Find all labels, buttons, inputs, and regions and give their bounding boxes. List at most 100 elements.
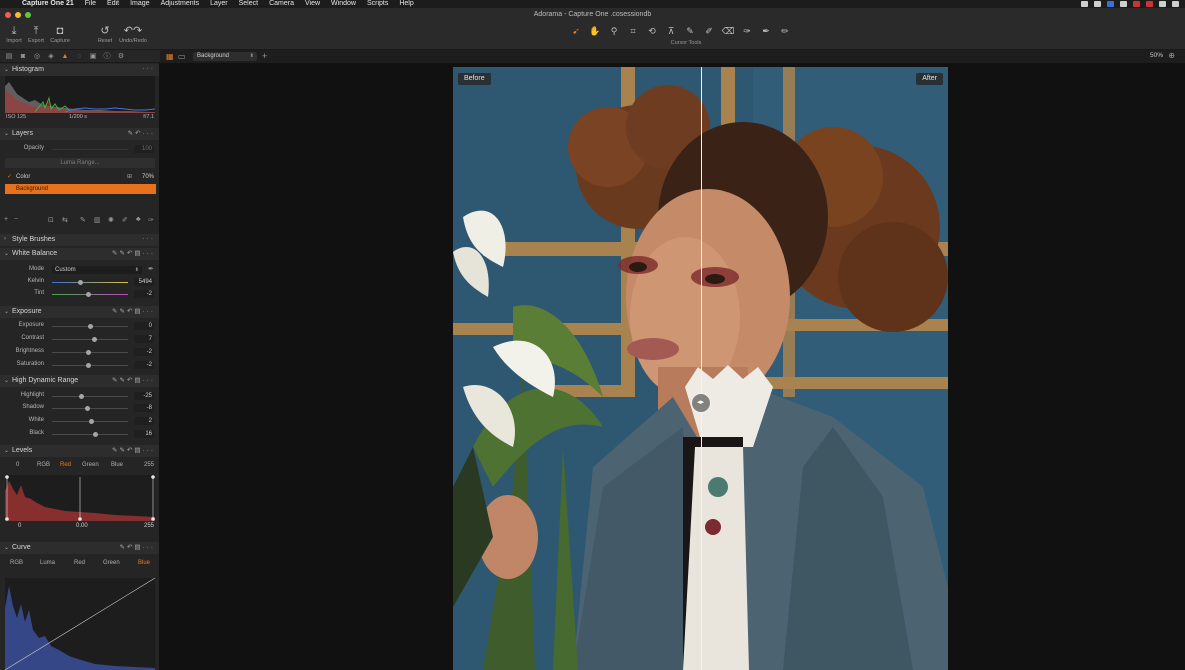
hdr-header[interactable]: ⌄ High Dynamic Range ✎✎↶▤··· bbox=[0, 375, 159, 387]
add-layer-icon[interactable]: + bbox=[4, 216, 8, 223]
exposure-tab-icon[interactable]: ▲ bbox=[60, 52, 70, 61]
levels-midpoint[interactable]: 0.00 bbox=[76, 523, 88, 529]
levels-tab-blue[interactable]: Blue bbox=[111, 462, 123, 468]
remove-layer-icon[interactable]: − bbox=[14, 216, 18, 223]
tray-icon[interactable] bbox=[1081, 1, 1088, 7]
crop-tool-icon[interactable]: ⌗ bbox=[625, 25, 641, 37]
menu-adjustments[interactable]: Adjustments bbox=[161, 0, 200, 8]
output-tab-icon[interactable]: ⚙ bbox=[116, 52, 126, 61]
curve-graph[interactable] bbox=[5, 578, 155, 670]
tray-icon[interactable] bbox=[1172, 1, 1179, 7]
eyedropper-icon[interactable]: ✒ bbox=[148, 265, 154, 273]
stamp-icon[interactable]: ♣ bbox=[136, 216, 141, 223]
levels-tab-green[interactable]: Green bbox=[82, 462, 99, 468]
layer-mask-icon[interactable]: ⊞ bbox=[127, 172, 132, 182]
capture-tab-icon[interactable]: ◙ bbox=[18, 52, 28, 61]
layers-header[interactable]: ⌄ Layers ✎↶··· bbox=[0, 128, 159, 140]
levels-input-high[interactable]: 255 bbox=[144, 523, 154, 529]
black-slider-knob[interactable] bbox=[93, 432, 99, 437]
highlight-slider-knob[interactable] bbox=[78, 394, 84, 399]
composition-tab-icon[interactable]: ◈ bbox=[46, 52, 56, 61]
curve-tab-blue[interactable]: Blue bbox=[138, 560, 150, 566]
tool-actions-icon[interactable]: ✎↶▤··· bbox=[119, 543, 155, 551]
brightness-slider-knob[interactable] bbox=[86, 350, 92, 355]
gradient-tool-icon[interactable]: ✑ bbox=[739, 25, 755, 37]
tray-icon[interactable] bbox=[1159, 1, 1166, 7]
levels-output-high[interactable]: 255 bbox=[144, 462, 154, 468]
kelvin-value[interactable]: 5494 bbox=[134, 278, 154, 286]
more-icon[interactable]: ··· bbox=[143, 235, 156, 242]
eraser-tool-icon[interactable]: ⌫ bbox=[720, 25, 736, 37]
curve-header[interactable]: ⌄ Curve ✎↶▤··· bbox=[0, 542, 159, 554]
single-view-icon[interactable]: ▭ bbox=[178, 52, 186, 61]
fill-mask-icon[interactable]: ⇆ bbox=[62, 216, 68, 224]
pointer-tool-icon[interactable]: ➹ bbox=[568, 25, 584, 37]
grid-view-icon[interactable]: ▦ bbox=[166, 52, 174, 61]
style-brushes-header[interactable]: › Style Brushes ··· bbox=[0, 234, 159, 246]
check-icon[interactable]: ✓ bbox=[7, 172, 12, 182]
menu-file[interactable]: File bbox=[85, 0, 96, 8]
menu-scripts[interactable]: Scripts bbox=[367, 0, 388, 8]
saturation-value[interactable]: -2 bbox=[134, 361, 154, 369]
curve-tab-luma[interactable]: Luma bbox=[40, 560, 55, 566]
tray-icon[interactable] bbox=[1133, 1, 1140, 7]
levels-output-low[interactable]: 0 bbox=[16, 462, 19, 468]
gradient-icon[interactable]: ▥ bbox=[94, 216, 101, 224]
before-after-handle[interactable]: ◂▸ bbox=[690, 393, 711, 413]
curve-tab-red[interactable]: Red bbox=[74, 560, 85, 566]
kelvin-slider[interactable] bbox=[52, 282, 128, 283]
opacity-value[interactable]: 100 bbox=[134, 145, 154, 153]
menu-edit[interactable]: Edit bbox=[107, 0, 119, 8]
refine-icon[interactable]: ✺ bbox=[108, 216, 114, 224]
contrast-value[interactable]: 7 bbox=[134, 335, 154, 343]
tray-icon[interactable] bbox=[1094, 1, 1101, 7]
exposure-slider-knob[interactable] bbox=[88, 324, 93, 329]
adjustments-tab-icon[interactable]: ▣ bbox=[88, 52, 98, 61]
menu-app[interactable]: Capture One 21 bbox=[22, 0, 74, 8]
levels-input-low[interactable]: 0 bbox=[18, 523, 21, 529]
undo-redo-button[interactable]: ↶↷ Undo/Redo bbox=[118, 24, 148, 44]
tool-actions-icon[interactable]: ✎✎↶▤··· bbox=[112, 446, 155, 454]
menu-help[interactable]: Help bbox=[399, 0, 413, 8]
shadow-slider-knob[interactable] bbox=[84, 406, 90, 411]
more-icon[interactable]: ··· bbox=[143, 65, 156, 72]
picker-tool-icon[interactable]: ✒ bbox=[758, 25, 774, 37]
menu-view[interactable]: View bbox=[305, 0, 320, 8]
white-slider-knob[interactable] bbox=[88, 419, 94, 424]
tray-icon[interactable] bbox=[1120, 1, 1127, 7]
keystone-tool-icon[interactable]: ⊼ bbox=[663, 25, 679, 37]
export-button[interactable]: ⤒ Export bbox=[24, 24, 48, 44]
white-balance-header[interactable]: ⌄ White Balance ✎✎↶▤··· bbox=[0, 248, 159, 260]
levels-tab-red[interactable]: Red bbox=[60, 462, 71, 468]
tint-value[interactable]: -2 bbox=[134, 290, 154, 298]
curve-tab-rgb[interactable]: RGB bbox=[10, 560, 23, 566]
levels-tab-rgb[interactable]: RGB bbox=[37, 462, 50, 468]
menu-window[interactable]: Window bbox=[331, 0, 356, 8]
tray-icon[interactable] bbox=[1146, 1, 1153, 7]
tool-actions-icon[interactable]: ✎✎↶▤··· bbox=[112, 376, 155, 384]
wb-mode-select[interactable]: Custom ⬍ bbox=[52, 266, 142, 274]
brush-icon[interactable]: ✎ bbox=[80, 216, 86, 224]
layer-item-color[interactable]: ✓ Color ⊞ 70% bbox=[5, 172, 156, 182]
opacity-slider[interactable] bbox=[52, 149, 128, 150]
menu-layer[interactable]: Layer bbox=[210, 0, 228, 8]
levels-graph[interactable] bbox=[5, 475, 155, 521]
reset-button[interactable]: ↺ Reset bbox=[93, 24, 117, 44]
contrast-slider[interactable] bbox=[52, 339, 128, 340]
levels-header[interactable]: ⌄ Levels ✎✎↶▤··· bbox=[0, 445, 159, 457]
exposure-header[interactable]: ⌄ Exposure ✎✎↶▤··· bbox=[0, 306, 159, 318]
saturation-slider-knob[interactable] bbox=[86, 363, 92, 368]
annotate-tool-icon[interactable]: ✏ bbox=[777, 25, 793, 37]
histogram-header[interactable]: ⌄ Histogram ··· bbox=[0, 64, 159, 76]
photo-canvas[interactable]: Before After ◂▸ bbox=[453, 67, 948, 670]
brush-tool-icon[interactable]: ✐ bbox=[701, 25, 717, 37]
library-tab-icon[interactable]: ▤ bbox=[4, 52, 14, 61]
variant-select[interactable]: Background ⬍ bbox=[193, 52, 257, 61]
contrast-slider-knob[interactable] bbox=[91, 337, 97, 342]
lens-tab-icon[interactable]: ◎ bbox=[32, 52, 42, 61]
before-after-divider[interactable] bbox=[700, 67, 702, 670]
luma-range-button[interactable]: Luma Range... bbox=[5, 158, 155, 168]
layer-actions-icon[interactable]: ✎↶··· bbox=[128, 129, 155, 137]
menu-image[interactable]: Image bbox=[130, 0, 149, 8]
details-tab-icon[interactable]: ◌ bbox=[74, 52, 84, 61]
